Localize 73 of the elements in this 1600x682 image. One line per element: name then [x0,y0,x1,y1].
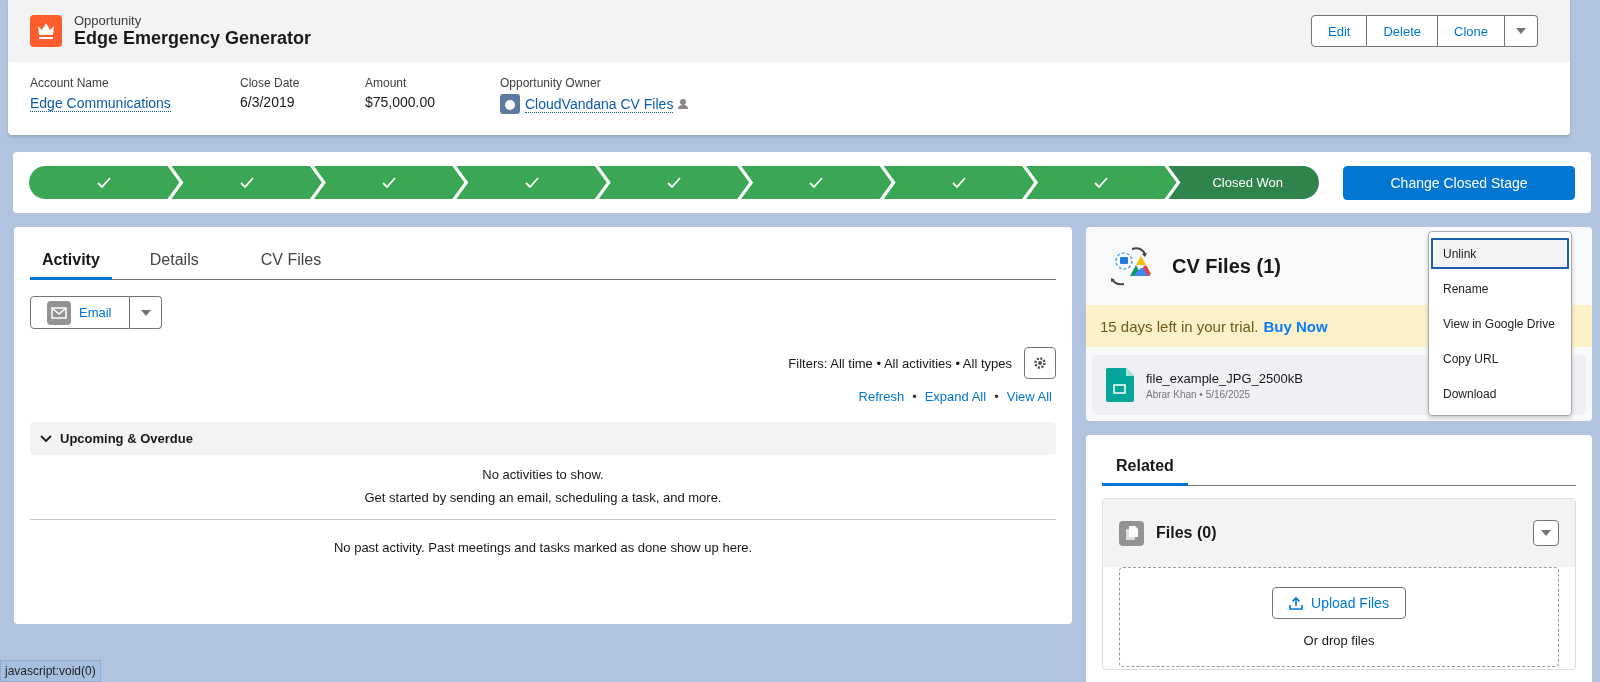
caret-icon [1540,529,1552,537]
email-button[interactable]: Email [30,296,130,329]
field-label: Amount [365,76,408,90]
drop-zone[interactable]: Upload Files Or drop files [1119,567,1559,667]
tab[interactable]: Activity [30,245,112,280]
check-icon [382,177,397,188]
check-icon [1094,177,1109,188]
chevron-icon [40,434,52,443]
change-owner-icon[interactable] [678,98,691,110]
drop-hint: Or drop files [1303,632,1375,648]
change-stage-button[interactable]: Change Closed Stage [1343,165,1575,200]
files-icon [1119,520,1144,546]
activity-link[interactable]: Expand All [924,389,987,404]
menu-item[interactable]: Unlink [1431,238,1569,269]
path-stage[interactable] [883,166,1035,199]
empty-message: Get started by sending an email, scheduling a task, and more. [364,490,722,505]
caret-icon [1515,27,1527,35]
envelope-icon [47,300,71,325]
action-button[interactable]: Delete [1367,15,1439,47]
upload-icon [1289,595,1304,610]
tab[interactable]: Details [125,245,223,280]
field-label: Close Date [240,76,301,90]
field-label: Opportunity Owner [500,76,602,90]
caret-icon [139,308,152,317]
file-name: file_example_JPG_2500kB [1146,370,1303,386]
path-stage[interactable] [598,166,750,199]
email-menu-button[interactable] [130,296,162,329]
path-stage[interactable] [741,166,892,199]
object-type: Opportunity [74,13,143,28]
upload-button[interactable]: Upload Files [1272,586,1406,619]
check-icon [809,177,824,188]
status-url: javascript:void(0) [0,660,101,682]
section-header[interactable]: Upcoming & Overdue [30,422,1056,455]
crown-icon [30,15,62,47]
activity-link[interactable]: View All [1006,389,1052,404]
separator-dot: • [994,389,999,404]
trial-text: 15 days left in your trial. [1100,317,1259,335]
path-stage[interactable] [1026,166,1177,199]
account-link[interactable]: Edge Communications [30,95,171,112]
owner-link[interactable]: CloudVandana CV Files [525,95,674,113]
image-file-icon [1106,368,1134,402]
action-button[interactable]: Edit [1311,15,1368,47]
tab[interactable]: Related [1102,451,1188,486]
files-title: Files (0) [1156,524,1218,542]
path-stage[interactable] [456,166,607,199]
path-stage[interactable]: Closed Won [1168,166,1319,199]
activity-link[interactable]: Refresh [858,389,905,404]
files-menu-button[interactable] [1533,520,1559,546]
settings-button[interactable] [1024,347,1056,379]
check-icon [524,177,539,188]
check-icon [666,177,681,188]
path-stage[interactable] [171,166,322,199]
field-label: Account Name [30,76,110,90]
buy-now-link[interactable]: Buy Now [1263,317,1328,335]
past-activity-message: No past activity. Past meetings and tasks marked as done show up here. [333,540,753,555]
tab[interactable]: CV Files [236,245,346,280]
avatar-icon [500,94,520,114]
record-title: Edge Emergency Generator [74,28,313,49]
check-icon [951,177,966,188]
field-value: 6/3/2019 [240,94,296,110]
more-actions-button[interactable] [1505,15,1538,47]
empty-message: No activities to show. [482,467,604,482]
separator-dot: • [912,389,917,404]
path-stage[interactable] [313,166,465,199]
path-stage[interactable] [29,166,180,199]
check-icon [239,177,254,188]
action-button[interactable]: Clone [1438,15,1505,47]
filter-summary: Filters: All time • All activities • All types [788,355,1012,371]
cv-files-title: CV Files (1) [1172,254,1281,278]
file-meta: Abrar Khan • 5/16/2025 [1146,388,1252,400]
field-value: $75,000.00 [365,94,437,110]
settings-icon [1033,356,1047,370]
check-icon [97,177,112,188]
